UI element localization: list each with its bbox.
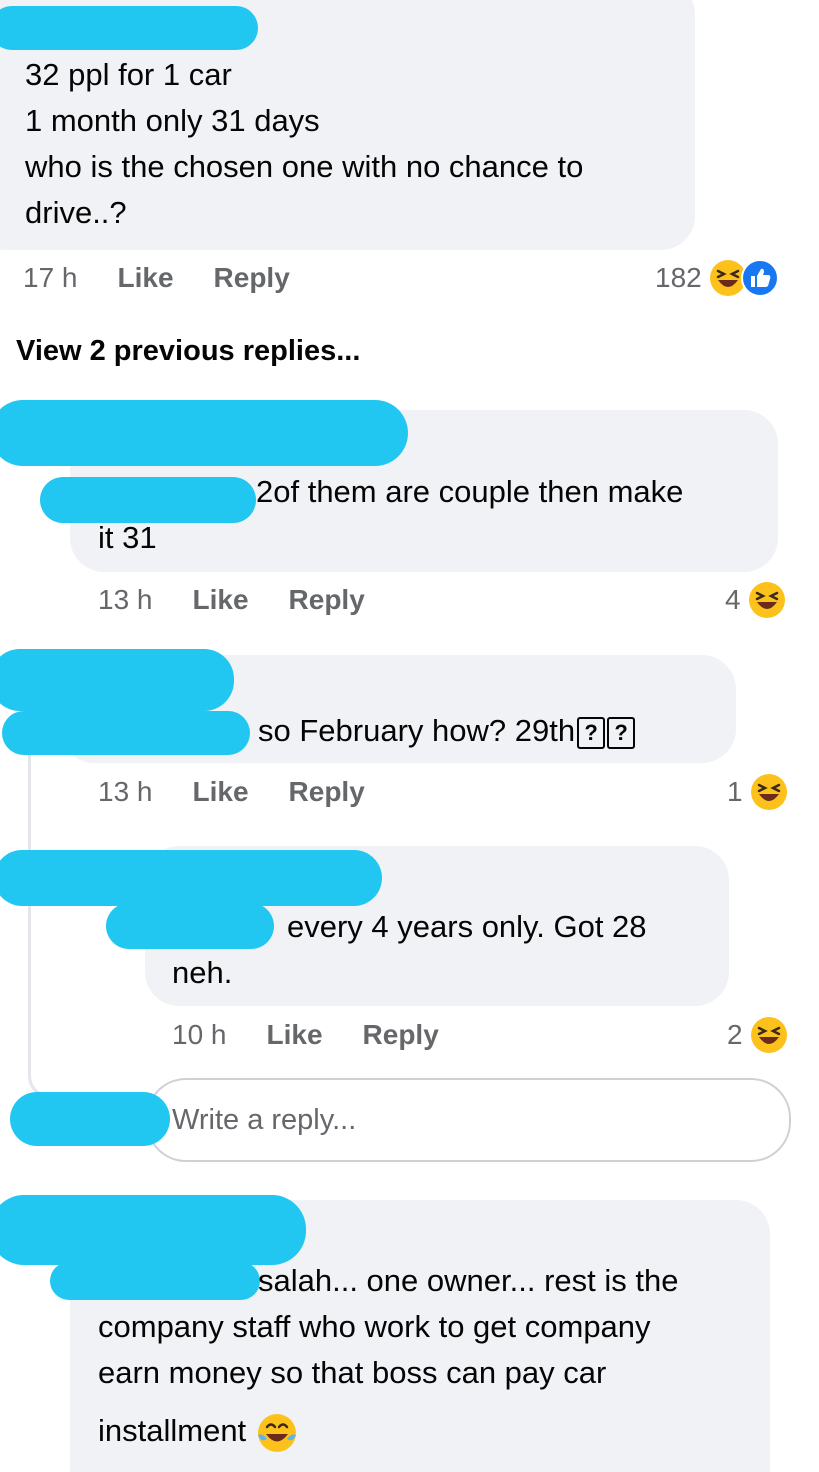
redacted-name bbox=[0, 6, 258, 50]
like-button[interactable]: Like bbox=[267, 1019, 323, 1051]
comment-text-line: every 4 years only. Got 28 bbox=[287, 909, 647, 944]
comment-timestamp[interactable]: 17 h bbox=[23, 262, 78, 294]
comment-actions: 13 h Like Reply bbox=[98, 584, 405, 616]
comment-timestamp[interactable]: 13 h bbox=[98, 584, 153, 616]
redacted-name bbox=[0, 400, 408, 466]
reaction-summary[interactable]: 4 bbox=[725, 580, 787, 620]
comment-text-line: 2of them are couple then make bbox=[256, 474, 684, 509]
comment-text-line: installment bbox=[98, 1408, 299, 1455]
redacted-name bbox=[0, 649, 234, 711]
comment-text-body: so February how? 29th bbox=[258, 713, 576, 748]
comment-text-line: who is the chosen one with no chance to bbox=[25, 149, 584, 184]
like-button[interactable]: Like bbox=[193, 776, 249, 808]
redacted-avatar bbox=[10, 1092, 170, 1146]
write-reply-input[interactable] bbox=[146, 1078, 791, 1162]
comment-actions: 10 h Like Reply bbox=[172, 1019, 479, 1051]
like-button[interactable]: Like bbox=[193, 584, 249, 616]
redacted-mention bbox=[106, 903, 274, 949]
comment-timestamp[interactable]: 13 h bbox=[98, 776, 153, 808]
comment-actions: 13 h Like Reply bbox=[98, 776, 405, 808]
reaction-summary[interactable]: 182 bbox=[655, 258, 780, 298]
laughing-emoji-icon bbox=[750, 774, 787, 810]
reply-button[interactable]: Reply bbox=[214, 262, 290, 294]
reaction-summary[interactable]: 1 bbox=[727, 772, 789, 812]
comment-text-line: 1 month only 31 days bbox=[25, 103, 320, 138]
unknown-glyph-icon: ? bbox=[577, 716, 606, 749]
reply-button[interactable]: Reply bbox=[363, 1019, 439, 1051]
reply-button[interactable]: Reply bbox=[289, 776, 365, 808]
reaction-count: 182 bbox=[655, 262, 702, 293]
redacted-mention bbox=[2, 711, 250, 755]
laughing-emoji-icon bbox=[748, 582, 785, 618]
comment-text-line: 32 ppl for 1 car bbox=[25, 57, 232, 92]
reply-button[interactable]: Reply bbox=[289, 584, 365, 616]
comment-text-line: it 31 bbox=[98, 520, 157, 555]
like-icon bbox=[740, 259, 779, 297]
comment-text-line: company staff who work to get company bbox=[98, 1309, 651, 1344]
view-previous-replies-link[interactable]: View 2 previous replies... bbox=[16, 335, 360, 368]
redacted-name bbox=[0, 1195, 306, 1265]
thread-connector bbox=[28, 745, 61, 1098]
like-button[interactable]: Like bbox=[118, 262, 174, 294]
redacted-mention bbox=[50, 1262, 260, 1300]
comment-text-line: earn money so that boss can pay car bbox=[98, 1355, 607, 1390]
reaction-count: 4 bbox=[725, 584, 741, 615]
tears-of-joy-emoji-icon bbox=[257, 1413, 296, 1452]
comment-timestamp[interactable]: 10 h bbox=[172, 1019, 227, 1051]
reaction-summary[interactable]: 2 bbox=[727, 1015, 789, 1055]
comment-actions: 17 h Like Reply bbox=[23, 262, 330, 294]
unknown-glyph-icon: ? bbox=[607, 716, 636, 749]
comment-text-line: drive..? bbox=[25, 195, 127, 230]
reaction-count: 2 bbox=[727, 1019, 743, 1050]
redacted-name bbox=[0, 850, 382, 906]
reaction-count: 1 bbox=[727, 776, 743, 807]
comment-text: so February how? 29th?? bbox=[258, 708, 636, 754]
comment-text-line: neh. bbox=[172, 955, 233, 990]
comment-text-line: salah... one owner... rest is the bbox=[258, 1263, 679, 1298]
comment-text-body: installment bbox=[98, 1413, 247, 1448]
laughing-emoji-icon bbox=[750, 1017, 787, 1053]
